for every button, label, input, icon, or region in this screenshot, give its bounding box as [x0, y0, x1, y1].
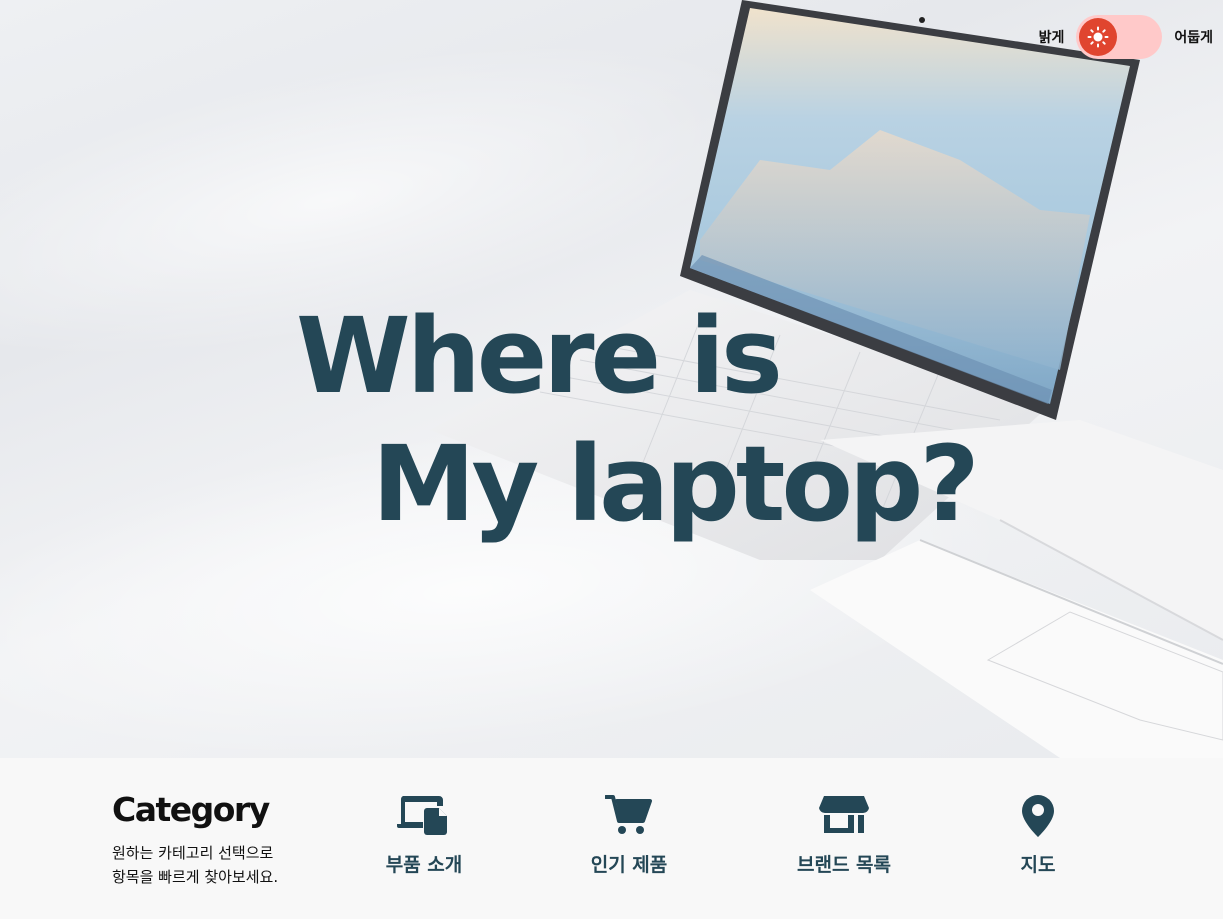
category-item-popular[interactable]: 인기 제품 — [549, 794, 709, 877]
light-mode-label[interactable]: 밝게 — [1039, 27, 1065, 47]
map-pin-icon — [1022, 795, 1054, 837]
store-icon — [819, 796, 869, 833]
hero-title-line-1: Where is — [296, 295, 783, 417]
sun-icon — [1087, 26, 1109, 48]
hero-title-line-2: My laptop? — [372, 423, 980, 545]
category-item-label: 지도 — [1020, 854, 1056, 876]
devices-icon — [397, 796, 447, 835]
category-item-map[interactable]: 지도 — [958, 794, 1118, 877]
category-item-label: 부품 소개 — [385, 854, 463, 876]
hero-section: Where is My laptop? 밝게 어둡게 — [0, 0, 1223, 758]
category-item-label: 브랜드 목록 — [796, 854, 891, 876]
dark-mode-label[interactable]: 어둡게 — [1174, 27, 1213, 47]
category-bar: Category 원하는 카테고리 선택으로 항목을 빠르게 찾아보세요. 부품… — [0, 758, 1223, 919]
category-item-parts[interactable]: 부품 소개 — [344, 794, 504, 877]
theme-knob[interactable] — [1079, 18, 1118, 56]
cart-icon — [605, 795, 652, 834]
category-item-label: 인기 제품 — [590, 854, 668, 876]
category-item-brands[interactable]: 브랜드 목록 — [764, 794, 924, 877]
category-description-line-2: 항목을 빠르게 찾아보세요. — [112, 868, 279, 886]
theme-toggle: 밝게 어둡게 — [1039, 14, 1213, 60]
theme-switch[interactable] — [1076, 15, 1163, 59]
category-description: 원하는 카테고리 선택으로 항목을 빠르게 찾아보세요. — [112, 841, 278, 889]
category-heading: Category — [112, 790, 270, 829]
hero-title: Where is My laptop? — [296, 292, 980, 548]
category-description-line-1: 원하는 카테고리 선택으로 — [112, 844, 274, 862]
